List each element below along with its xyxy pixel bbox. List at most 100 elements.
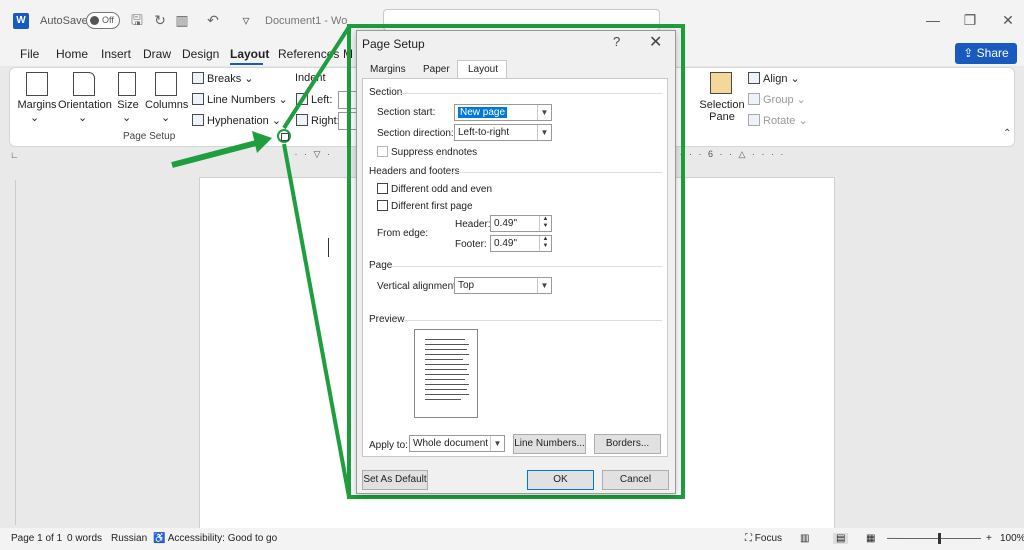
minimize-icon[interactable]: — <box>923 10 943 30</box>
dialog-tab-margins[interactable]: Margins <box>370 64 406 75</box>
group-icon <box>748 93 760 105</box>
vertical-ruler <box>4 180 16 525</box>
focus-icon: ⛶ <box>745 533 755 544</box>
line-numbers-icon <box>192 93 204 105</box>
word-count[interactable]: 0 words <box>67 533 102 544</box>
language-status[interactable]: Russian <box>111 533 147 544</box>
align-button[interactable]: Align ⌄ <box>748 72 800 85</box>
margins-button[interactable]: Margins <box>14 99 60 111</box>
focus-button[interactable]: ⛶ Focus <box>745 533 782 544</box>
size-chevron-icon[interactable]: ⌄ <box>122 111 131 124</box>
tab-design[interactable]: Design <box>182 47 219 61</box>
columns-button[interactable]: Columns <box>145 99 188 111</box>
footer-distance-stepper[interactable]: 0.49" ▲ ▼ <box>490 235 552 252</box>
dialog-title: Page Setup <box>362 37 425 51</box>
margins-chevron-icon[interactable]: ⌄ <box>30 111 39 124</box>
ok-button[interactable]: OK <box>527 470 594 490</box>
touch-mode-icon[interactable]: ▥ <box>174 12 190 28</box>
page-heading: Page <box>369 260 393 271</box>
tab-home[interactable]: Home <box>56 47 88 61</box>
customize-qat-icon[interactable]: ▿ <box>238 12 254 28</box>
line-numbers-button[interactable]: Line Numbers ⌄ <box>192 93 288 106</box>
page-setup-dialog-launcher[interactable] <box>277 129 291 143</box>
tab-draw[interactable]: Draw <box>143 47 171 61</box>
undo-history-icon[interactable]: ↻ <box>152 12 168 28</box>
spin-arrows-icon[interactable]: ▲ ▼ <box>539 236 551 251</box>
save-icon[interactable]: 🖫 <box>129 12 145 28</box>
tab-layout[interactable]: Layout <box>230 47 269 61</box>
help-button[interactable]: ? <box>613 34 620 49</box>
different-odd-even-checkbox[interactable] <box>377 183 388 194</box>
group-button[interactable]: Group ⌄ <box>748 93 806 106</box>
apply-to-select[interactable]: Whole document ▼ <box>409 435 505 452</box>
orientation-icon <box>73 72 95 96</box>
vertical-alignment-label: Vertical alignment: <box>377 281 459 292</box>
cancel-button[interactable]: Cancel <box>602 470 669 490</box>
dialog-tab-layout[interactable]: Layout <box>468 64 498 75</box>
accessibility-status[interactable]: ♿ Accessibility: Good to go <box>153 533 277 544</box>
rotate-button[interactable]: Rotate ⌄ <box>748 114 808 127</box>
set-as-default-button[interactable]: Set As Default <box>362 470 428 490</box>
collapse-ribbon-icon[interactable]: ⌃ <box>1003 128 1011 139</box>
breaks-button[interactable]: Breaks ⌄ <box>192 72 254 85</box>
breaks-icon <box>192 72 204 84</box>
preview-heading: Preview <box>369 314 405 325</box>
spin-arrows-icon[interactable]: ▲ ▼ <box>539 216 551 231</box>
group-label: Group <box>763 94 794 106</box>
autosave-label: AutoSave <box>40 15 88 27</box>
tab-selector-icon[interactable]: ∟ <box>10 150 19 160</box>
preview-page-thumbnail <box>414 329 478 418</box>
section-start-label: Section start: <box>377 107 436 118</box>
hyphenation-button[interactable]: Hyphenation ⌄ <box>192 114 281 127</box>
line-numbers-dialog-button[interactable]: Line Numbers... <box>513 434 586 454</box>
columns-chevron-icon[interactable]: ⌄ <box>161 111 170 124</box>
section-direction-value: Left-to-right <box>458 127 510 138</box>
tab-references[interactable]: References <box>278 47 339 61</box>
section-direction-select[interactable]: Left-to-right ▼ <box>454 124 552 141</box>
zoom-level[interactable]: 100% <box>1000 533 1024 544</box>
zoom-in-icon[interactable]: + <box>986 533 992 544</box>
size-icon <box>118 72 136 96</box>
chevron-down-icon: ▼ <box>537 105 551 120</box>
vertical-alignment-value: Top <box>458 280 475 291</box>
tab-insert[interactable]: Insert <box>101 47 131 61</box>
share-label: Share <box>976 46 1009 60</box>
align-label: Align <box>763 73 788 85</box>
accessibility-label: Accessibility: Good to go <box>167 533 278 544</box>
word-logo: W <box>13 13 29 29</box>
tab-file[interactable]: File <box>20 47 39 61</box>
vertical-alignment-select[interactable]: Top ▼ <box>454 277 552 294</box>
size-button[interactable]: Size <box>116 99 140 111</box>
dialog-tab-paper[interactable]: Paper <box>423 64 450 75</box>
autosave-toggle[interactable]: Off <box>86 12 120 29</box>
indent-left-label: Left: <box>296 93 332 106</box>
header-distance-stepper[interactable]: 0.49" ▲ ▼ <box>490 215 552 232</box>
orientation-chevron-icon[interactable]: ⌄ <box>78 111 87 124</box>
restore-icon[interactable]: ❐ <box>960 10 980 30</box>
read-mode-icon[interactable]: ▥ <box>800 533 809 544</box>
headers-footers-divider <box>447 172 662 173</box>
page-count[interactable]: Page 1 of 1 <box>11 533 62 544</box>
undo-icon[interactable]: ↶ <box>205 12 221 28</box>
window-close-icon[interactable]: ✕ <box>998 10 1018 30</box>
section-heading: Section <box>369 87 403 98</box>
preview-divider <box>403 320 662 321</box>
dialog-close-button[interactable]: ✕ <box>649 32 662 52</box>
orientation-button[interactable]: Orientation <box>58 99 112 111</box>
print-layout-icon[interactable]: ▤ <box>833 533 849 544</box>
web-layout-icon[interactable]: ▦ <box>866 533 875 544</box>
borders-button[interactable]: Borders... <box>594 434 661 454</box>
share-button[interactable]: ⇪ Share <box>955 43 1017 64</box>
margins-icon <box>26 72 48 96</box>
selection-pane-button[interactable]: Selection Pane <box>698 99 746 123</box>
section-start-select[interactable]: New page ▼ <box>454 104 552 121</box>
zoom-slider-thumb[interactable] <box>938 533 941 544</box>
apply-to-label: Apply to: <box>369 440 408 451</box>
rotate-label: Rotate <box>763 115 796 127</box>
document-title: Document1 - Wo <box>265 15 348 27</box>
indent-right-label: Right: <box>296 114 340 127</box>
indent-right-icon <box>296 114 308 126</box>
suppress-endnotes-checkbox[interactable] <box>377 146 388 157</box>
hyphenation-label: Hyphenation <box>207 115 269 127</box>
different-first-page-checkbox[interactable] <box>377 200 388 211</box>
